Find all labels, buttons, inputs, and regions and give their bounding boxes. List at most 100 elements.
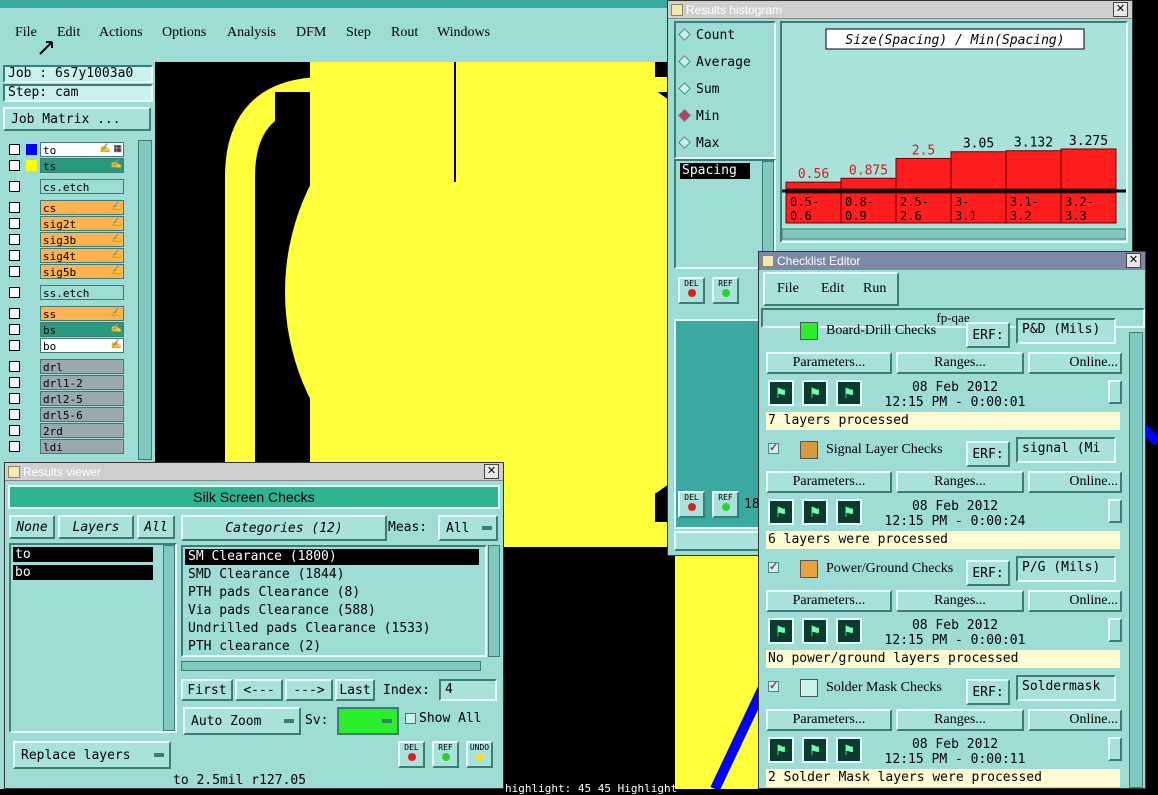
first-button[interactable]: First: [181, 679, 233, 701]
checklist-menu-run[interactable]: Run: [863, 281, 886, 297]
layer-checkbox[interactable]: [9, 324, 20, 335]
layer-row-ss[interactable]: ss ✍: [6, 306, 126, 321]
layer-row-sig3b[interactable]: sig3b ✍: [6, 232, 126, 247]
layer-name[interactable]: drl1-2: [40, 375, 124, 390]
category-item[interactable]: SM Clearance (1800): [185, 549, 479, 565]
categories-scrollbar[interactable]: [488, 545, 500, 657]
layer-results-scrollbar[interactable]: [163, 545, 175, 731]
run-all-icon[interactable]: ⚑: [802, 618, 828, 644]
layer-row-2rd[interactable]: 2rd: [6, 423, 126, 438]
layer-row-sig2t[interactable]: sig2t ✍: [6, 216, 126, 231]
checklist-menu-file[interactable]: File: [777, 281, 799, 297]
online-button[interactable]: Online...: [1028, 590, 1122, 612]
category-item[interactable]: PTH clearance (2): [185, 639, 479, 655]
layer-checkbox[interactable]: [9, 218, 20, 229]
menu-analysis[interactable]: Analysis: [227, 25, 276, 41]
erf-value[interactable]: P/G (Mils): [1016, 556, 1116, 582]
layer-scrollbar[interactable]: [138, 140, 152, 460]
check-enable-checkbox[interactable]: ✓: [768, 681, 779, 692]
layer-row-sig5b[interactable]: sig5b ✍: [6, 264, 126, 279]
online-button[interactable]: Online...: [1028, 471, 1122, 493]
check-enable-checkbox[interactable]: ✓: [768, 443, 779, 454]
layer-row-drl5-6[interactable]: drl5-6: [6, 407, 126, 422]
del-button[interactable]: DEL: [678, 277, 705, 304]
checklist-menu-edit[interactable]: Edit: [821, 281, 844, 297]
layer-checkbox[interactable]: [9, 361, 20, 372]
ref-button[interactable]: REF: [432, 741, 459, 768]
meas-dropdown[interactable]: All: [438, 515, 498, 541]
all-button[interactable]: All: [137, 515, 175, 539]
sv-color-dropdown[interactable]: [337, 707, 399, 735]
layer-row-drl1-2[interactable]: drl1-2: [6, 375, 126, 390]
layers-button[interactable]: Layers: [58, 515, 134, 539]
ref-button[interactable]: REF: [712, 277, 739, 304]
layer-color-swatch[interactable]: [26, 144, 37, 155]
layer-row-ss.etch[interactable]: ss.etch: [6, 285, 126, 300]
next-button[interactable]: --->: [285, 679, 333, 701]
result-layer-to[interactable]: to: [13, 547, 153, 562]
ref-button-2[interactable]: REF: [712, 491, 739, 518]
menu-file[interactable]: File: [15, 25, 37, 41]
layer-row-drl[interactable]: drl: [6, 359, 126, 374]
erf-button[interactable]: ERF:: [966, 441, 1010, 467]
parameters-button[interactable]: Parameters...: [766, 590, 892, 612]
layer-row-bs[interactable]: bs ✍: [6, 322, 126, 337]
index-field[interactable]: 4: [439, 679, 497, 701]
stop-icon[interactable]: ⚑: [836, 618, 862, 644]
expand-button[interactable]: [1108, 499, 1122, 523]
ranges-button[interactable]: Ranges...: [896, 471, 1024, 493]
show-all-checkbox[interactable]: [405, 713, 416, 724]
layer-row-sig4t[interactable]: sig4t ✍: [6, 248, 126, 263]
layer-checkbox[interactable]: [9, 234, 20, 245]
layer-checkbox[interactable]: [9, 144, 20, 155]
close-icon[interactable]: ✕: [484, 464, 499, 479]
categories-button[interactable]: Categories (12): [181, 515, 387, 541]
layer-checkbox[interactable]: [9, 377, 20, 388]
layer-row-ts[interactable]: ts ✍: [6, 158, 126, 173]
layer-checkbox[interactable]: [9, 250, 20, 261]
layer-checkbox[interactable]: [9, 160, 20, 171]
menu-edit[interactable]: Edit: [57, 25, 80, 41]
parameters-button[interactable]: Parameters...: [766, 709, 892, 731]
layer-name[interactable]: 2rd: [40, 423, 124, 438]
menu-windows[interactable]: Windows: [437, 25, 490, 41]
layer-checkbox[interactable]: [9, 181, 20, 192]
close-icon[interactable]: ✕: [1113, 2, 1128, 17]
menu-rout[interactable]: Rout: [391, 25, 418, 41]
run-icon[interactable]: ⚑: [768, 618, 794, 644]
stop-icon[interactable]: ⚑: [836, 380, 862, 406]
categories-hscroll[interactable]: [181, 661, 481, 671]
layer-checkbox[interactable]: [9, 425, 20, 436]
layer-checkbox[interactable]: [9, 308, 20, 319]
layer-checkbox[interactable]: [9, 202, 20, 213]
none-button[interactable]: None: [9, 515, 55, 539]
erf-value[interactable]: signal (Mi: [1016, 437, 1116, 463]
erf-button[interactable]: ERF:: [966, 679, 1010, 705]
radio-sum[interactable]: Sum: [678, 82, 719, 97]
erf-button[interactable]: ERF:: [966, 560, 1010, 586]
parameters-button[interactable]: Parameters...: [766, 352, 892, 374]
stop-icon[interactable]: ⚑: [836, 499, 862, 525]
ranges-button[interactable]: Ranges...: [896, 352, 1024, 374]
layer-row-drl2-5[interactable]: drl2-5: [6, 391, 126, 406]
layer-row-cs.etch[interactable]: cs.etch: [6, 179, 126, 194]
layer-checkbox[interactable]: [9, 266, 20, 277]
expand-button[interactable]: [1108, 618, 1122, 642]
run-icon[interactable]: ⚑: [768, 380, 794, 406]
layer-name[interactable]: drl: [40, 359, 124, 374]
run-all-icon[interactable]: ⚑: [802, 499, 828, 525]
online-button[interactable]: Online...: [1028, 352, 1122, 374]
radio-min[interactable]: Min: [678, 109, 719, 124]
expand-button[interactable]: [1108, 380, 1122, 404]
layer-checkbox[interactable]: [9, 287, 20, 298]
category-item[interactable]: Undrilled pads Clearance (1533): [185, 621, 479, 637]
layer-name[interactable]: drl2-5: [40, 391, 124, 406]
layer-checkbox[interactable]: [9, 441, 20, 452]
layer-row-bo[interactable]: bo ✍: [6, 338, 126, 353]
auto-zoom-dropdown[interactable]: Auto Zoom: [183, 707, 301, 735]
checklist-scrollbar[interactable]: [1129, 332, 1143, 788]
erf-value[interactable]: Soldermask: [1016, 675, 1116, 701]
layer-checkbox[interactable]: [9, 393, 20, 404]
replace-layers-dropdown[interactable]: Replace layers: [13, 741, 171, 769]
close-icon[interactable]: ✕: [1126, 253, 1141, 268]
